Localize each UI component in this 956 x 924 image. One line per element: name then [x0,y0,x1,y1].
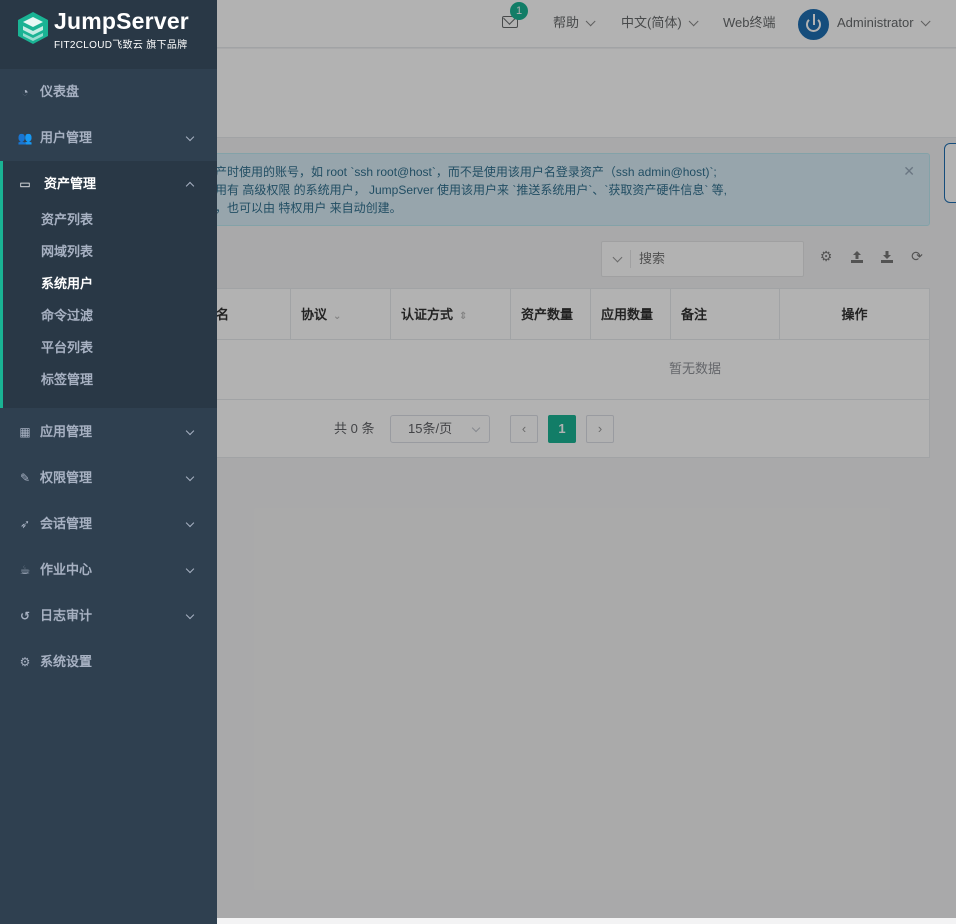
sidebar-item-jobs[interactable]: ☕ 作业中心 [0,547,217,593]
sidebar-item-permissions[interactable]: ✎ 权限管理 [0,455,217,501]
sidebar-item-label: 应用管理 [40,424,93,439]
sidebar-item-label: 资产管理 [44,176,97,191]
dashboard-icon: ◔ [21,85,29,99]
chevron-down-icon [185,518,195,528]
sidebar-item-dashboard[interactable]: ◔ 仪表盘 [0,69,217,115]
users-icon: 👥 [17,131,33,145]
chevron-down-icon [185,472,195,482]
sidebar-item-label: 仪表盘 [40,84,80,99]
sidebar: JumpServer FIT2CLOUD飞致云 旗下品牌 ◔ 仪表盘 👥 用户管… [0,0,217,924]
sidebar-item-label: 系统设置 [40,654,93,669]
sidebar-subitem-asset-list[interactable]: 资产列表 [41,204,93,236]
grid-icon: ▦ [19,425,31,439]
chevron-down-icon [185,564,195,574]
sidebar-subitem-platforms[interactable]: 平台列表 [41,332,93,364]
sidebar-subitem-system-users[interactable]: 系统用户 [41,268,93,300]
chevron-down-icon [185,610,195,620]
sidebar-item-audits[interactable]: ↺ 日志审计 [0,593,217,639]
sidebar-item-label: 用户管理 [40,130,93,145]
brand-title: JumpServer [54,8,189,34]
rocket-icon: ➶ [19,517,31,531]
logo[interactable]: JumpServer FIT2CLOUD飞致云 旗下品牌 [0,0,217,69]
sidebar-item-label: 权限管理 [40,470,93,485]
brand-subtitle: FIT2CLOUD飞致云 旗下品牌 [54,40,188,51]
sidebar-item-label: 会话管理 [40,516,93,531]
sidebar-group-assets: ▭ 资产管理 资产列表 网域列表 系统用户 命令过滤 平台列表 标签管理 [0,161,217,408]
chevron-down-icon [185,426,195,436]
edit-icon: ✎ [19,471,31,485]
sidebar-item-label: 日志审计 [40,608,93,623]
sidebar-subitem-labels[interactable]: 标签管理 [41,364,93,396]
sidebar-item-label: 作业中心 [40,562,93,577]
chevron-up-icon [185,181,195,191]
sidebar-item-applications[interactable]: ▦ 应用管理 [0,409,217,455]
coffee-icon: ☕ [19,563,31,577]
sidebar-subitem-command-filters[interactable]: 命令过滤 [41,300,93,332]
history-icon: ↺ [19,609,31,623]
sidebar-item-assets[interactable]: ▭ 资产管理 [0,161,217,207]
sidebar-item-sessions[interactable]: ➶ 会话管理 [0,501,217,547]
sidebar-subitem-domain-list[interactable]: 网域列表 [41,236,93,268]
chevron-down-icon [185,132,195,142]
sidebar-item-settings[interactable]: ⚙ 系统设置 [0,639,217,685]
gears-icon: ⚙ [19,655,31,669]
inbox-icon: ▭ [19,177,31,191]
jumpserver-logo-icon [18,12,48,44]
sidebar-item-users[interactable]: 👥 用户管理 [0,115,217,161]
